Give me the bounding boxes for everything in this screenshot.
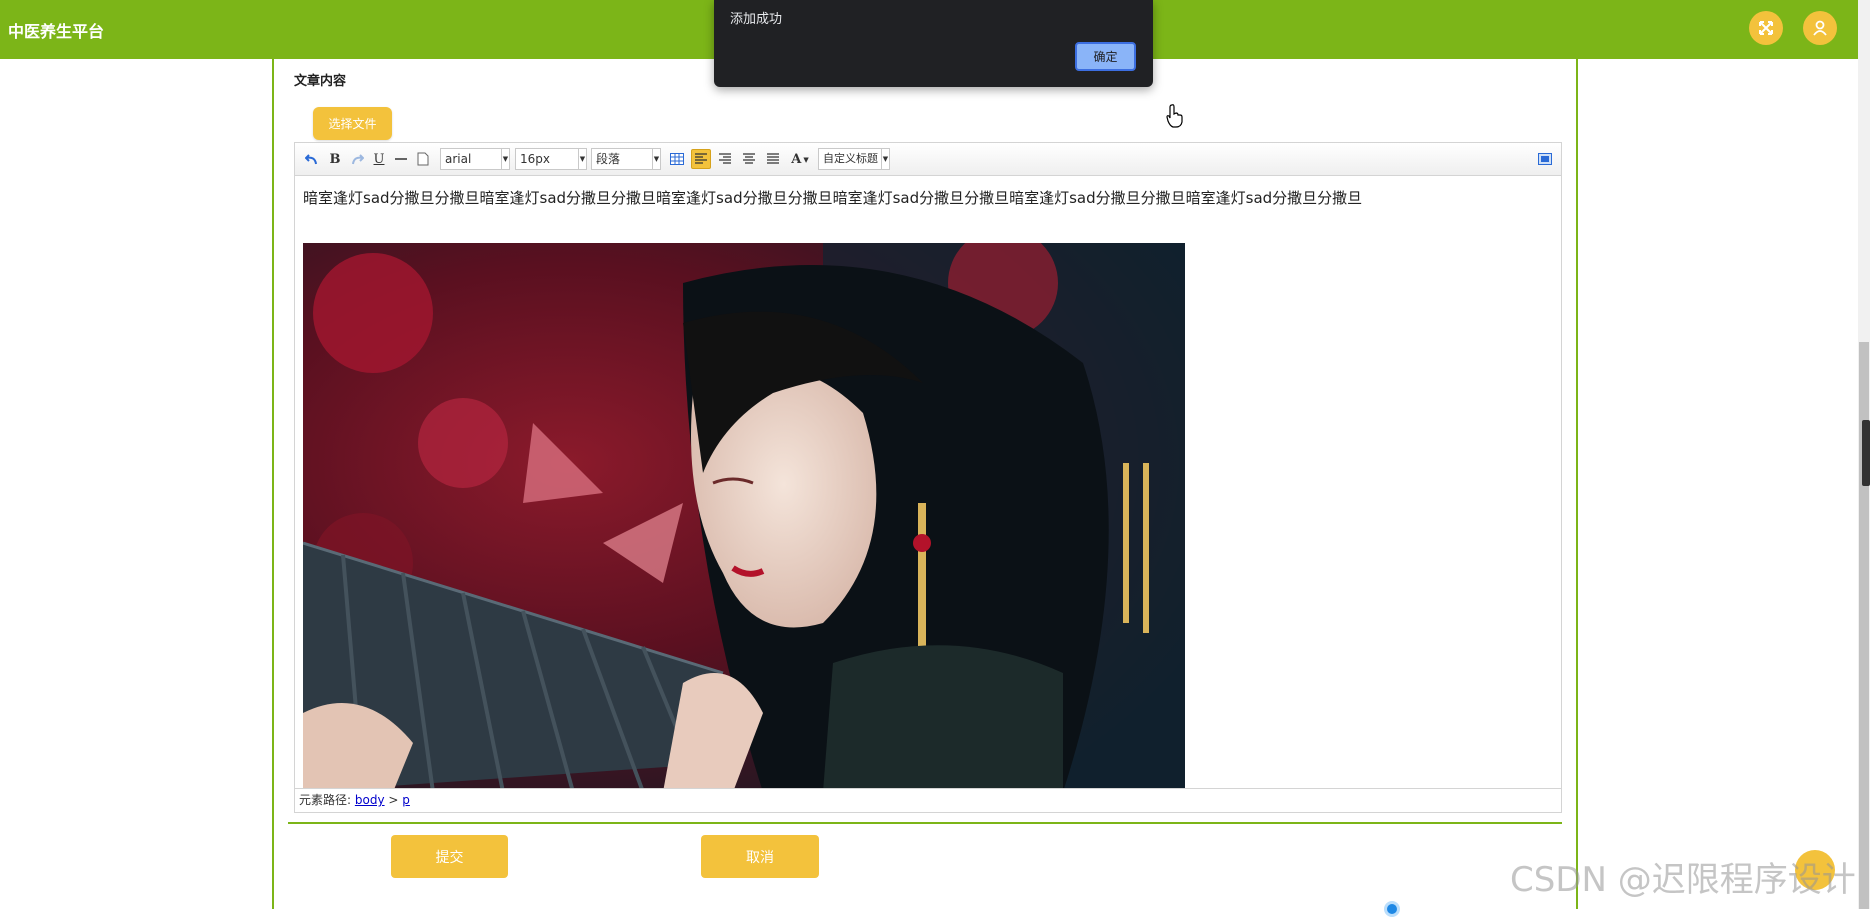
chevron-down-icon: ▼ xyxy=(501,149,509,169)
align-left-icon[interactable] xyxy=(691,149,711,169)
form-divider xyxy=(288,822,1562,824)
fullscreen-editor-icon[interactable] xyxy=(1535,149,1555,169)
path-link-p[interactable]: p xyxy=(402,793,410,807)
app-title: 中医养生平台 xyxy=(8,22,105,41)
content-image xyxy=(302,228,1185,793)
custom-title-select[interactable]: 自定义标题 ▼ xyxy=(818,148,890,170)
user-icon[interactable] xyxy=(1803,11,1837,45)
choose-file-button[interactable]: 选择文件 xyxy=(313,107,392,140)
element-path-bar: 元素路径: body > p xyxy=(295,788,1561,812)
cancel-button[interactable]: 取消 xyxy=(701,835,819,878)
alert-dialog: 添加成功 确定 xyxy=(714,0,1153,87)
alert-message: 添加成功 xyxy=(730,12,783,27)
redo-icon[interactable] xyxy=(347,149,367,169)
watermark-text: CSDN @迟限程序设计 xyxy=(1510,860,1856,900)
hand-cursor-icon xyxy=(1166,104,1184,132)
rich-text-editor: B U arial ▼ 16px ▼ 段落 ▼ A ▼ 自定义标题 ▼ 暗室逢灯… xyxy=(294,142,1562,813)
fullscreen-icon[interactable] xyxy=(1749,11,1783,45)
alert-ok-button[interactable]: 确定 xyxy=(1075,42,1136,71)
font-size-select[interactable]: 16px ▼ xyxy=(515,148,587,170)
paragraph-select[interactable]: 段落 ▼ xyxy=(591,148,661,170)
content-field-label: 文章内容 xyxy=(294,74,347,89)
horizontal-rule-icon[interactable] xyxy=(391,149,411,169)
undo-icon[interactable] xyxy=(302,149,322,169)
font-color-icon[interactable]: A ▼ xyxy=(787,149,813,169)
chevron-down-icon: ▼ xyxy=(578,149,586,169)
font-family-select[interactable]: arial ▼ xyxy=(440,148,510,170)
scrollbar-marker xyxy=(1862,420,1870,486)
path-link-body[interactable]: body xyxy=(355,793,385,807)
submit-button[interactable]: 提交 xyxy=(391,835,508,878)
chevron-down-icon: ▼ xyxy=(881,149,889,169)
align-center-icon[interactable] xyxy=(739,149,759,169)
table-icon[interactable] xyxy=(667,149,687,169)
bold-icon[interactable]: B xyxy=(325,149,345,169)
editor-content-area[interactable]: 暗室逢灯sad分撒旦分撒旦暗室逢灯sad分撒旦分撒旦暗室逢灯sad分撒旦分撒旦暗… xyxy=(295,177,1561,793)
justify-icon[interactable] xyxy=(763,149,783,169)
floating-indicator-dot xyxy=(1384,901,1400,917)
align-right-icon[interactable] xyxy=(715,149,735,169)
page-icon[interactable] xyxy=(413,149,433,169)
underline-icon[interactable]: U xyxy=(369,149,389,169)
chevron-down-icon: ▼ xyxy=(652,149,660,169)
content-text: 暗室逢灯sad分撒旦分撒旦暗室逢灯sad分撒旦分撒旦暗室逢灯sad分撒旦分撒旦暗… xyxy=(303,189,1363,207)
editor-toolbar: B U arial ▼ 16px ▼ 段落 ▼ A ▼ 自定义标题 ▼ xyxy=(295,143,1561,176)
